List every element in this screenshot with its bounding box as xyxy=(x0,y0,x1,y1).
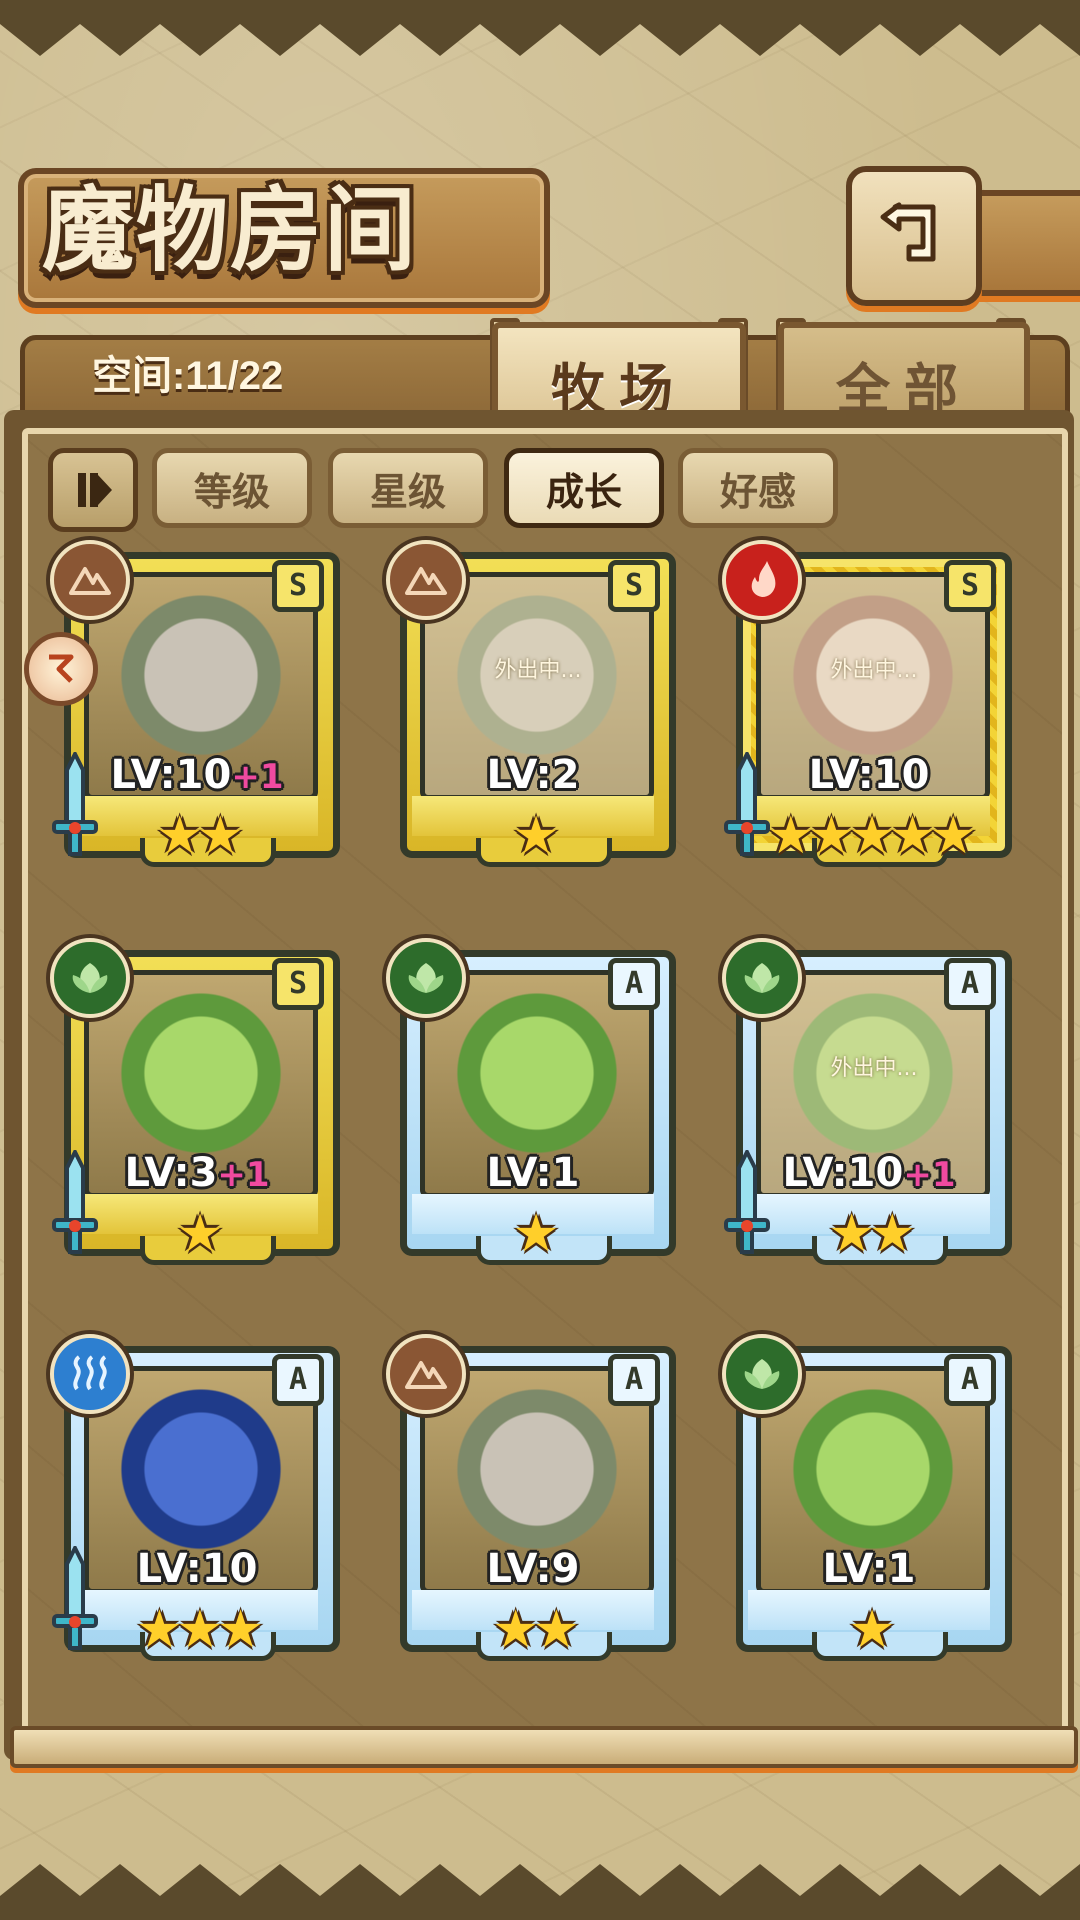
page-title: 魔物房间 xyxy=(42,176,419,284)
rank-badge: A xyxy=(944,1354,996,1406)
level-value: LV:3 xyxy=(124,1150,218,1196)
rank-badge: A xyxy=(272,1354,324,1406)
star-rating: ★★ xyxy=(492,1600,579,1660)
level-value: LV:10 xyxy=(110,752,232,798)
back-button[interactable] xyxy=(846,166,982,306)
sword-icon xyxy=(52,1147,98,1254)
rank-badge: A xyxy=(608,958,660,1010)
equipped-weapon xyxy=(722,749,772,862)
earth-element-icon xyxy=(405,1361,447,1389)
level-value: LV:10 xyxy=(136,1546,258,1592)
equipped-weapon xyxy=(722,1147,772,1260)
leaf-element-icon xyxy=(408,963,444,993)
level-label: LV:2 xyxy=(388,752,678,798)
panel-bottom-bar xyxy=(10,1726,1078,1768)
sword-icon xyxy=(52,1543,98,1650)
level-value: LV:1 xyxy=(486,1150,580,1196)
filter-star[interactable]: 星级 xyxy=(328,448,488,528)
element-badge xyxy=(50,540,130,620)
level-label: LV:1 xyxy=(724,1546,1014,1592)
level-value: LV:1 xyxy=(822,1546,916,1592)
filter-affection[interactable]: 好感 xyxy=(678,448,838,528)
element-badge xyxy=(722,938,802,1018)
monster-card[interactable]: S LV:10+1 ★★ xyxy=(24,540,340,867)
level-label: LV:9 xyxy=(388,1546,678,1592)
rank-badge: S xyxy=(272,958,324,1010)
bottom-zigzag-border xyxy=(0,1864,1080,1920)
leaf-element-icon xyxy=(72,963,108,993)
element-badge xyxy=(386,540,466,620)
element-badge xyxy=(722,1334,802,1414)
filter-growth[interactable]: 成长 xyxy=(504,448,664,528)
element-badge xyxy=(50,938,130,1018)
sword-icon xyxy=(724,749,770,856)
leaf-element-icon xyxy=(744,1359,780,1389)
top-zigzag-border xyxy=(0,0,1080,56)
away-status: 外出中... xyxy=(830,658,918,683)
star-rating: ★ xyxy=(512,1204,560,1264)
monster-card[interactable]: A LV:1 ★ xyxy=(722,1334,1012,1661)
leaf-element-icon xyxy=(744,963,780,993)
fire-element-icon xyxy=(751,561,776,597)
rank-badge: S xyxy=(944,560,996,612)
level-bonus: +1 xyxy=(217,1155,270,1195)
away-status: 外出中... xyxy=(494,658,582,683)
level-value: LV:10 xyxy=(782,1150,904,1196)
level-value: LV:2 xyxy=(486,752,580,798)
equipped-weapon xyxy=(50,1147,100,1260)
level-label: LV:1 xyxy=(388,1150,678,1196)
equipped-weapon xyxy=(50,749,100,862)
rank-badge: S xyxy=(272,560,324,612)
return-arrow-icon xyxy=(880,202,936,262)
sword-icon xyxy=(724,1147,770,1254)
monster-card[interactable]: A 外出中... LV:10+1 ★★ xyxy=(722,938,1012,1265)
level-value: LV:10 xyxy=(808,752,930,798)
level-bonus: +1 xyxy=(903,1155,956,1195)
monster-card[interactable]: A LV:10 ★★★ xyxy=(50,1334,340,1661)
monster-card[interactable]: S 外出中... LV:2 ★ xyxy=(386,540,676,867)
sort-toggle-button[interactable] xyxy=(48,448,138,532)
steam-element-icon xyxy=(73,1355,107,1391)
filter-level[interactable]: 等级 xyxy=(152,448,312,528)
earth-element-icon xyxy=(405,567,447,595)
monster-card[interactable]: A LV:1 ★ xyxy=(386,938,676,1265)
rank-badge: S xyxy=(608,560,660,612)
rank-badge: A xyxy=(608,1354,660,1406)
star-rating: ★ xyxy=(512,806,560,866)
sword-icon xyxy=(52,749,98,856)
element-badge xyxy=(722,540,802,620)
monster-card[interactable]: A LV:9 ★★ xyxy=(386,1334,676,1661)
rank-badge: A xyxy=(944,958,996,1010)
sort-toggle-icon xyxy=(78,473,112,507)
equipped-weapon xyxy=(50,1543,100,1656)
team-marker-icon xyxy=(24,632,98,706)
element-badge xyxy=(50,1334,130,1414)
monster-card[interactable]: S LV:3+1 ★ xyxy=(50,938,340,1265)
header-ribbon xyxy=(972,190,1080,296)
level-bonus: +1 xyxy=(231,757,284,797)
level-value: LV:9 xyxy=(486,1546,580,1592)
earth-element-icon xyxy=(69,567,111,595)
element-badge xyxy=(386,1334,466,1414)
star-rating: ★ xyxy=(848,1600,896,1660)
away-status: 外出中... xyxy=(830,1056,918,1081)
space-counter: 空间:11/22 xyxy=(92,354,284,398)
monster-card[interactable]: S 外出中... LV:10 ★★★★★ xyxy=(722,540,1012,867)
element-badge xyxy=(386,938,466,1018)
